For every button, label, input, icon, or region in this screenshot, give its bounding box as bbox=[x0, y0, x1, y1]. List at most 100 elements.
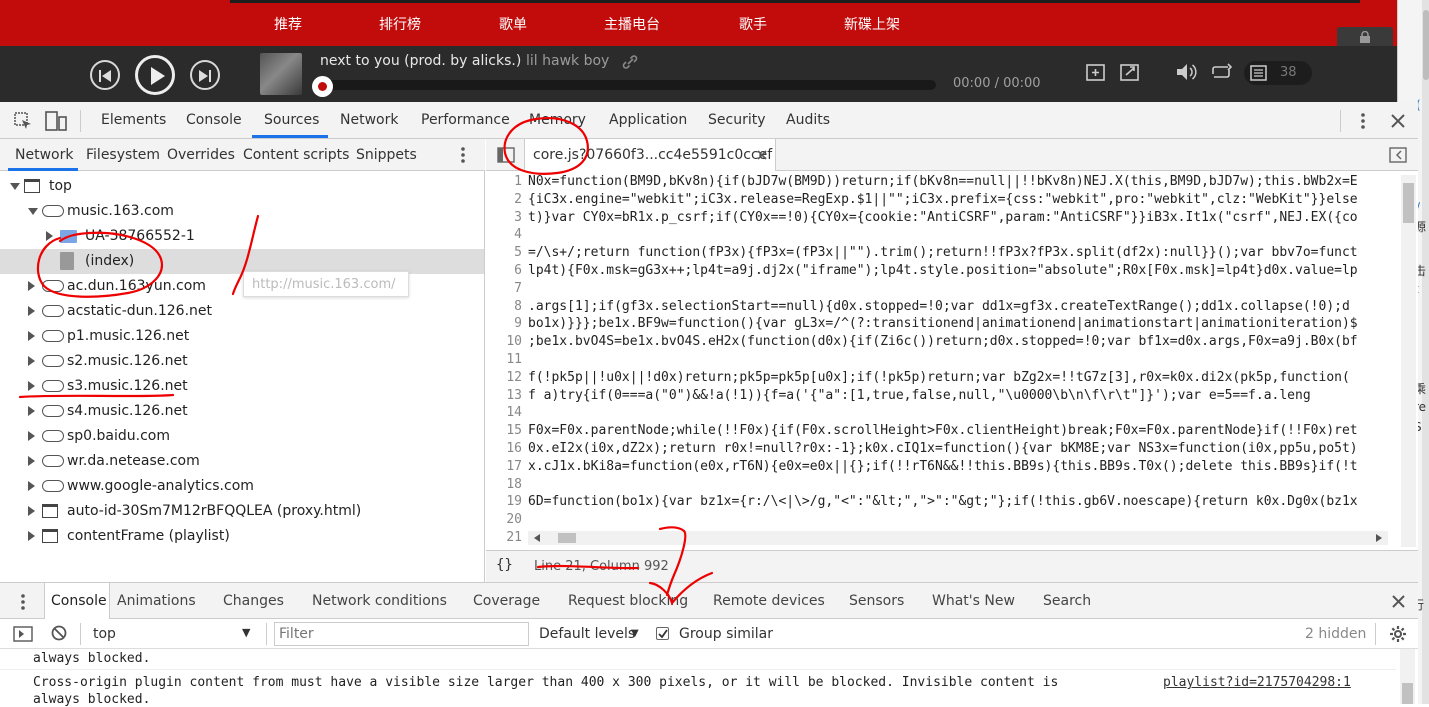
prev-button[interactable] bbox=[90, 60, 120, 90]
line-number[interactable]: 4 bbox=[486, 227, 522, 242]
code-line[interactable]: 4 bbox=[486, 227, 1401, 245]
tab-audits[interactable]: Audits bbox=[786, 112, 830, 128]
line-number[interactable]: 15 bbox=[486, 423, 522, 438]
expand-arrow-right-icon[interactable] bbox=[28, 531, 35, 541]
add-to-playlist-icon[interactable] bbox=[1086, 62, 1106, 82]
nav-playlists[interactable]: 歌单 bbox=[499, 14, 527, 34]
drawer-tab-coverage[interactable]: Coverage bbox=[473, 593, 540, 609]
drawer-tab-network-conditions[interactable]: Network conditions bbox=[312, 593, 447, 609]
progress-handle[interactable] bbox=[312, 76, 333, 97]
nav-tab-content-scripts[interactable]: Content scripts bbox=[243, 147, 349, 163]
lock-tab[interactable] bbox=[1337, 27, 1393, 46]
expand-arrow-right-icon[interactable] bbox=[28, 381, 35, 391]
code-line[interactable]: 3 t)}var CY0x=bR1x.p_csrf;if(CY0x==!0){CY… bbox=[486, 210, 1401, 228]
code-line[interactable]: 14 bbox=[486, 405, 1401, 423]
drawer-tab-changes[interactable]: Changes bbox=[223, 593, 284, 609]
line-number[interactable]: 12 bbox=[486, 370, 522, 385]
inspect-element-icon[interactable] bbox=[14, 112, 32, 130]
clear-console-icon[interactable] bbox=[51, 625, 67, 641]
song-title[interactable]: next to you (prod. by alicks.) bbox=[320, 53, 521, 69]
volume-icon[interactable] bbox=[1176, 63, 1198, 81]
code-line[interactable]: 9 bo1x)}}};be1x.BF9w=function(){var gL3x=… bbox=[486, 316, 1401, 334]
line-number[interactable]: 17 bbox=[486, 459, 522, 474]
code-line[interactable]: 12 f(!pk5p||!u0x||!d0x)return;pk5p=pk5p[u… bbox=[486, 370, 1401, 388]
console-filter-input[interactable] bbox=[274, 622, 529, 646]
group-similar-checkbox[interactable] bbox=[656, 627, 669, 640]
drawer-menu-icon[interactable] bbox=[20, 593, 26, 611]
code-horizontal-scrollbar[interactable] bbox=[528, 531, 1388, 545]
tree-item[interactable]: sp0.baidu.com bbox=[0, 424, 484, 449]
code-line[interactable]: 11 bbox=[486, 352, 1401, 370]
line-number[interactable]: 10 bbox=[486, 334, 522, 349]
drawer-tab-animations[interactable]: Animations bbox=[117, 593, 196, 609]
pretty-print-icon[interactable]: {} bbox=[496, 557, 513, 573]
code-line[interactable]: 15 F0x=F0x.parentNode;while(!!F0x){if(F0x… bbox=[486, 423, 1401, 441]
line-number[interactable]: 16 bbox=[486, 441, 522, 456]
drawer-tab-search[interactable]: Search bbox=[1043, 593, 1091, 609]
expand-arrow-right-icon[interactable] bbox=[28, 356, 35, 366]
expand-arrow-down-icon[interactable] bbox=[10, 183, 20, 190]
show-sidebar-icon[interactable] bbox=[13, 626, 33, 642]
expand-arrow-right-icon[interactable] bbox=[28, 281, 35, 291]
line-number[interactable]: 20 bbox=[486, 512, 522, 527]
line-number[interactable]: 11 bbox=[486, 352, 522, 367]
tab-memory[interactable]: Memory bbox=[529, 112, 586, 128]
scroll-left-icon[interactable] bbox=[534, 534, 540, 542]
nav-new-albums[interactable]: 新碟上架 bbox=[844, 14, 900, 34]
tree-item[interactable]: s3.music.126.net bbox=[0, 374, 484, 399]
close-devtools-icon[interactable] bbox=[1391, 114, 1405, 128]
tree-item[interactable]: (index) bbox=[0, 249, 484, 274]
code-line[interactable]: 17 x.cJ1x.bKi8a=function(e0x,rT6N){e0x=e0… bbox=[486, 459, 1401, 477]
link-icon[interactable] bbox=[622, 55, 638, 69]
console-settings-icon[interactable] bbox=[1389, 625, 1407, 643]
tab-sources[interactable]: Sources bbox=[264, 112, 319, 128]
expand-arrow-right-icon[interactable] bbox=[28, 406, 35, 416]
more-options-icon[interactable] bbox=[1360, 112, 1366, 130]
line-number[interactable]: 7 bbox=[486, 281, 522, 296]
progress-track[interactable] bbox=[320, 80, 936, 90]
tab-security[interactable]: Security bbox=[708, 112, 766, 128]
group-similar-label[interactable]: Group similar bbox=[679, 626, 773, 642]
tree-item[interactable]: acstatic-dun.126.net bbox=[0, 299, 484, 324]
log-levels-dropdown[interactable]: Default levels bbox=[539, 626, 635, 642]
code-line[interactable]: 20 bbox=[486, 512, 1401, 530]
close-drawer-icon[interactable] bbox=[1392, 595, 1405, 608]
tree-item[interactable]: s2.music.126.net bbox=[0, 349, 484, 374]
line-number[interactable]: 6 bbox=[486, 263, 522, 278]
line-number[interactable]: 19 bbox=[486, 494, 522, 509]
toggle-debugger-icon[interactable] bbox=[1389, 147, 1407, 163]
line-number[interactable]: 3 bbox=[486, 210, 522, 225]
line-number[interactable]: 2 bbox=[486, 192, 522, 207]
line-number[interactable]: 14 bbox=[486, 405, 522, 420]
tree-item[interactable]: top bbox=[0, 174, 484, 199]
code-line[interactable]: 2 {iC3x.engine="webkit";iC3x.release=RegE… bbox=[486, 192, 1401, 210]
tree-item[interactable]: p1.music.126.net bbox=[0, 324, 484, 349]
tree-item[interactable]: s4.music.126.net bbox=[0, 399, 484, 424]
nav-charts[interactable]: 排行榜 bbox=[379, 14, 421, 34]
playlist-button[interactable]: 38 bbox=[1244, 61, 1312, 85]
code-vscroll-thumb[interactable] bbox=[1403, 183, 1414, 223]
tree-item[interactable]: contentFrame (playlist) bbox=[0, 524, 484, 549]
scroll-right-icon[interactable] bbox=[1376, 534, 1382, 542]
expand-arrow-right-icon[interactable] bbox=[28, 506, 35, 516]
line-number[interactable]: 1 bbox=[486, 174, 522, 189]
expand-arrow-right-icon[interactable] bbox=[28, 331, 35, 341]
code-vertical-scrollbar[interactable] bbox=[1401, 175, 1416, 547]
device-toolbar-icon[interactable] bbox=[45, 111, 67, 131]
nav-tab-snippets[interactable]: Snippets bbox=[356, 147, 417, 163]
code-line[interactable]: 7 bbox=[486, 281, 1401, 299]
expand-arrow-down-icon[interactable] bbox=[28, 208, 38, 215]
artist-name[interactable]: lil hawk boy bbox=[526, 53, 609, 69]
nav-tab-filesystem[interactable]: Filesystem bbox=[86, 147, 160, 163]
tree-item[interactable]: wr.da.netease.com bbox=[0, 449, 484, 474]
line-number[interactable]: 9 bbox=[486, 316, 522, 331]
tab-network[interactable]: Network bbox=[340, 112, 398, 128]
code-line[interactable]: 1 N0x=function(BM9D,bKv8n){if(bJD7w(BM9D)… bbox=[486, 174, 1401, 192]
context-selector[interactable]: top ▼ bbox=[86, 622, 262, 646]
album-cover[interactable] bbox=[260, 53, 302, 95]
line-number[interactable]: 18 bbox=[486, 477, 522, 492]
tree-item[interactable]: music.163.com bbox=[0, 199, 484, 224]
nav-recommend[interactable]: 推荐 bbox=[274, 14, 302, 34]
tree-item[interactable]: ac.dun.163yun.com bbox=[0, 274, 484, 299]
code-line[interactable]: 18 bbox=[486, 477, 1401, 495]
